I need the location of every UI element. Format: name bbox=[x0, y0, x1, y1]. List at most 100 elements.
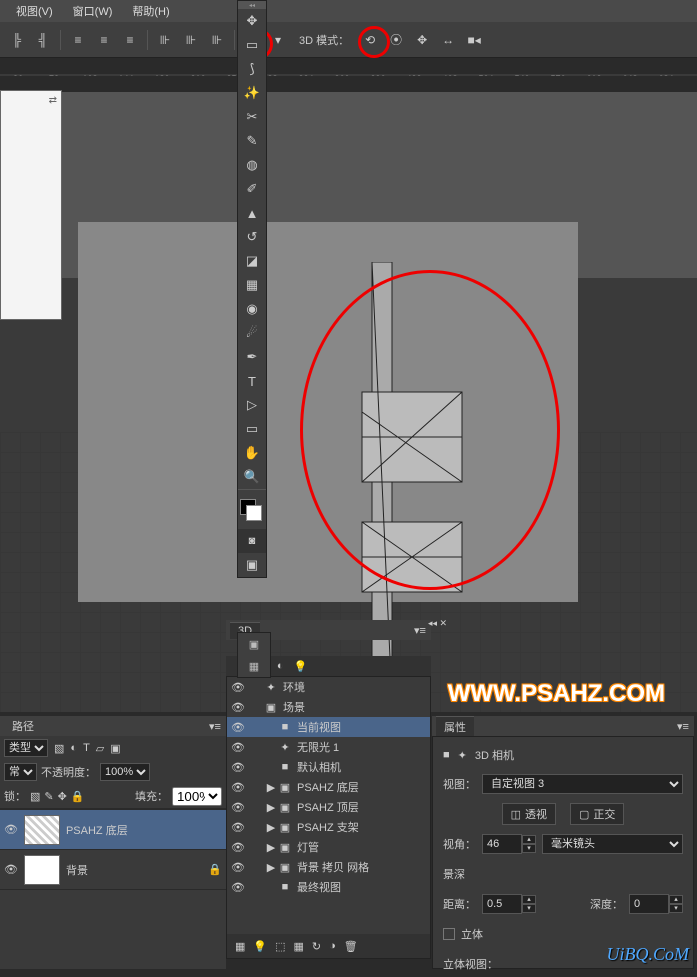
magic-wand-tool-icon[interactable]: ✨ bbox=[238, 81, 266, 105]
3d-scene-item[interactable]: 👁■默认相机 bbox=[227, 757, 430, 777]
stereo-checkbox[interactable] bbox=[443, 928, 455, 940]
opacity-input[interactable]: 100% bbox=[100, 763, 150, 781]
visibility-eye-icon[interactable]: 👁 bbox=[231, 761, 245, 774]
zoom-icon[interactable]: ■◂ bbox=[463, 29, 485, 51]
canvas-area[interactable] bbox=[0, 92, 697, 712]
gradient-tool-icon[interactable]: ▦ bbox=[238, 273, 266, 297]
visibility-eye-icon[interactable]: 👁 bbox=[231, 861, 245, 874]
footer-icon[interactable]: ◑ bbox=[329, 940, 336, 952]
filter-material-icon[interactable]: ◐ bbox=[277, 660, 284, 672]
lock-position-icon[interactable]: ✥ bbox=[58, 790, 67, 803]
step-down-icon[interactable]: ▾ bbox=[522, 904, 536, 913]
blur-tool-icon[interactable]: ◉ bbox=[238, 297, 266, 321]
footer-icon[interactable]: ⬚ bbox=[275, 940, 285, 953]
visibility-eye-icon[interactable]: 👁 bbox=[231, 701, 245, 714]
twisty-icon[interactable]: ▶ bbox=[265, 781, 277, 794]
visibility-eye-icon[interactable]: 👁 bbox=[4, 863, 18, 876]
visibility-eye-icon[interactable]: 👁 bbox=[231, 741, 245, 754]
zoom-tool-icon[interactable]: 🔍 bbox=[238, 465, 266, 489]
twisty-icon[interactable]: ▶ bbox=[265, 821, 277, 834]
distribute-icon[interactable]: ≡ bbox=[67, 29, 89, 51]
dodge-tool-icon[interactable]: ☄ bbox=[238, 321, 266, 345]
blend-mode-select[interactable]: 常 bbox=[4, 763, 37, 781]
filter-smart-icon[interactable]: ▣ bbox=[110, 742, 120, 755]
clone-stamp-tool-icon[interactable]: ▲ bbox=[238, 201, 266, 225]
visibility-eye-icon[interactable]: 👁 bbox=[231, 781, 245, 794]
type-tool-icon[interactable]: T bbox=[238, 369, 266, 393]
visibility-eye-icon[interactable]: 👁 bbox=[231, 801, 245, 814]
panel-icon[interactable]: ▣ bbox=[238, 633, 270, 655]
step-down-icon[interactable]: ▾ bbox=[522, 844, 536, 853]
distribute-icon[interactable]: ≡ bbox=[119, 29, 141, 51]
paths-tab[interactable]: 路径 bbox=[4, 716, 42, 736]
lock-trans-icon[interactable]: ▧ bbox=[30, 790, 40, 803]
step-up-icon[interactable]: ▴ bbox=[522, 895, 536, 904]
layer-name[interactable]: 背景 bbox=[66, 862, 202, 878]
3d-scene-item[interactable]: 👁✦无限光 1 bbox=[227, 737, 430, 757]
fov-input[interactable] bbox=[482, 834, 522, 854]
distribute-icon[interactable]: ≡ bbox=[93, 29, 115, 51]
3d-scene-item[interactable]: 👁■最终视图 bbox=[227, 877, 430, 897]
properties-tab[interactable]: 属性 bbox=[436, 716, 474, 737]
menu-help[interactable]: 帮助(H) bbox=[126, 1, 175, 21]
eyedropper-tool-icon[interactable]: ✎ bbox=[238, 129, 266, 153]
crop-tool-icon[interactable]: ✂ bbox=[238, 105, 266, 129]
menu-window[interactable]: 窗口(W) bbox=[67, 1, 119, 21]
perspective-button[interactable]: ◫透视 bbox=[502, 803, 556, 825]
pen-tool-icon[interactable]: ✒ bbox=[238, 345, 266, 369]
fill-input[interactable]: 100% bbox=[172, 787, 222, 806]
depth-stepper[interactable]: ▴▾ bbox=[629, 894, 683, 914]
trash-icon[interactable]: 🗑 bbox=[344, 940, 358, 953]
3d-scene-item[interactable]: 👁✦环境 bbox=[227, 677, 430, 697]
3d-mode-dropdown-icon[interactable]: ▾ bbox=[267, 29, 289, 51]
layer-name[interactable]: PSAHZ 底层 bbox=[66, 822, 222, 838]
shape-tool-icon[interactable]: ▭ bbox=[238, 417, 266, 441]
footer-icon[interactable]: ▦ bbox=[294, 940, 304, 953]
marquee-tool-icon[interactable]: ▭ bbox=[238, 33, 266, 57]
orbit-icon[interactable]: ⟲ bbox=[359, 29, 381, 51]
visibility-eye-icon[interactable]: 👁 bbox=[231, 721, 245, 734]
visibility-eye-icon[interactable]: 👁 bbox=[231, 681, 245, 694]
distribute-icon[interactable]: ⊪ bbox=[180, 29, 202, 51]
panel-icon[interactable]: ▦ bbox=[238, 655, 270, 677]
visibility-eye-icon[interactable]: 👁 bbox=[231, 881, 245, 894]
history-brush-tool-icon[interactable]: ↺ bbox=[238, 225, 266, 249]
filter-pixel-icon[interactable]: ▧ bbox=[54, 742, 64, 755]
layer-row[interactable]: 👁 背景 🔒 bbox=[0, 850, 226, 890]
footer-icon[interactable]: ▦ bbox=[235, 940, 245, 953]
3d-scene-item[interactable]: 👁▶▣PSAHZ 顶层 bbox=[227, 797, 430, 817]
fov-stepper[interactable]: ▴▾ bbox=[482, 834, 536, 854]
path-selection-tool-icon[interactable]: ▷ bbox=[238, 393, 266, 417]
distribute-icon[interactable]: ⊪ bbox=[154, 29, 176, 51]
hand-tool-icon[interactable]: ✋ bbox=[238, 441, 266, 465]
background-color[interactable] bbox=[246, 505, 262, 521]
filter-shape-icon[interactable]: ▱ bbox=[96, 742, 104, 755]
twisty-icon[interactable]: ▶ bbox=[265, 841, 277, 854]
eraser-tool-icon[interactable]: ◪ bbox=[238, 249, 266, 273]
lock-all-icon[interactable]: 🔒 bbox=[71, 790, 85, 803]
step-down-icon[interactable]: ▾ bbox=[669, 904, 683, 913]
footer-icon[interactable]: 💡 bbox=[253, 940, 267, 953]
visibility-eye-icon[interactable]: 👁 bbox=[231, 841, 245, 854]
quick-mask-icon[interactable]: ◙ bbox=[238, 529, 266, 553]
panel-menu-icon[interactable]: ▾≡ bbox=[208, 720, 222, 733]
filter-kind-select[interactable]: 类型 bbox=[4, 739, 48, 757]
pan-icon[interactable]: ✥ bbox=[411, 29, 433, 51]
menu-view[interactable]: 视图(V) bbox=[10, 1, 59, 21]
swap-view-icon[interactable]: ⇄ bbox=[49, 95, 57, 106]
3d-scene-item[interactable]: 👁▶▣PSAHZ 底层 bbox=[227, 777, 430, 797]
distance-input[interactable] bbox=[482, 894, 522, 914]
depth-input[interactable] bbox=[629, 894, 669, 914]
align-icon[interactable]: ╣ bbox=[32, 29, 54, 51]
step-up-icon[interactable]: ▴ bbox=[669, 895, 683, 904]
panel-grip[interactable] bbox=[238, 1, 266, 9]
distribute-icon[interactable]: ⊪ bbox=[206, 29, 228, 51]
panel-collapse-icon[interactable]: ◂◂ ✕ bbox=[428, 618, 447, 629]
brush-tool-icon[interactable]: ✐ bbox=[238, 177, 266, 201]
twisty-icon[interactable]: ▶ bbox=[265, 801, 277, 814]
lasso-tool-icon[interactable]: ⟆ bbox=[238, 57, 266, 81]
slide-icon[interactable]: ↔ bbox=[437, 29, 459, 51]
roll-icon[interactable]: ⦿ bbox=[385, 29, 407, 51]
panel-menu-icon[interactable]: ▾≡ bbox=[413, 624, 427, 637]
layer-thumbnail[interactable] bbox=[24, 815, 60, 845]
